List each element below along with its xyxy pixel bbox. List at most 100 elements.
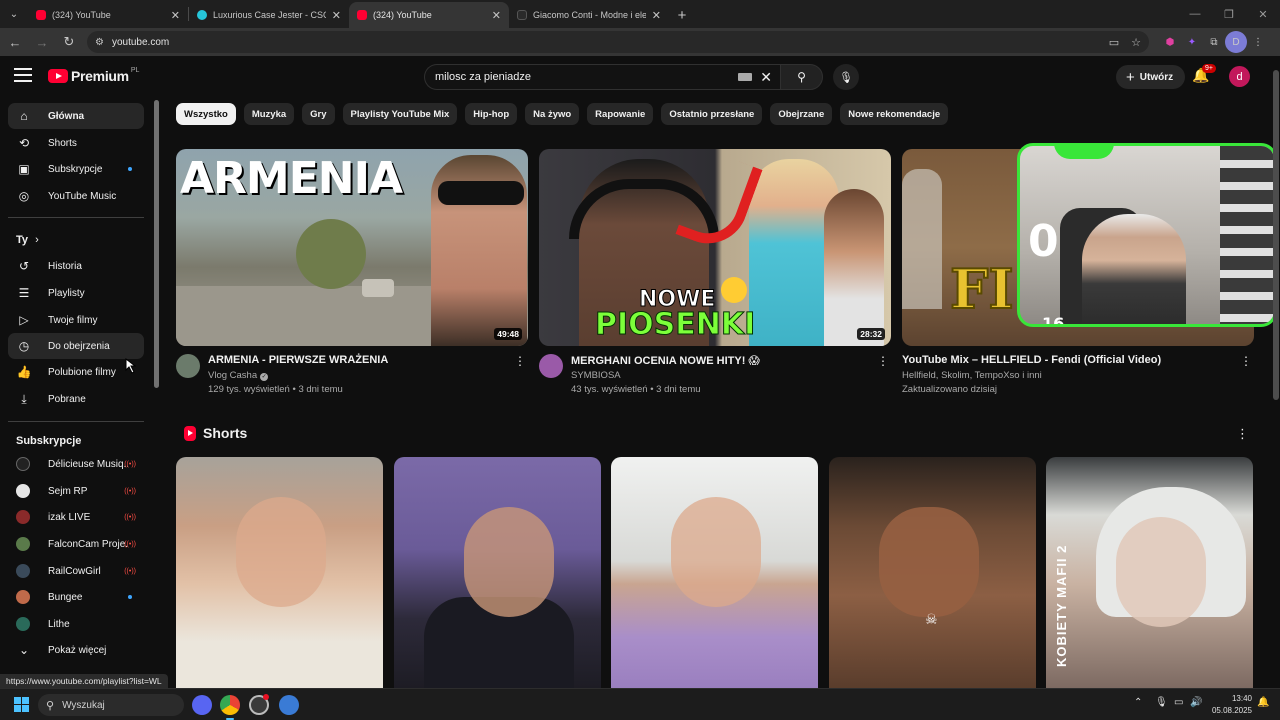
profile-button[interactable]: D <box>1225 31 1247 53</box>
notification-center-icon[interactable]: 🔔 <box>1257 697 1269 708</box>
sidebar-show-more[interactable]: ⌄ Pokaż więcej <box>8 637 144 663</box>
extensions-puzzle-icon[interactable]: ⧉ <box>1203 31 1225 53</box>
discord-icon[interactable] <box>192 695 212 715</box>
close-window-icon[interactable]: ✕ <box>1246 0 1280 28</box>
voice-search-button[interactable]: 🎙 <box>833 64 859 90</box>
sidebar-subscription-item[interactable]: RailCowGirl ((•)) <box>8 558 144 584</box>
channel-avatar[interactable] <box>539 354 563 378</box>
sidebar-item-shorts[interactable]: ⟲ Shorts <box>8 130 144 156</box>
page-scrollbar[interactable] <box>1272 56 1280 688</box>
sidebar-scrollbar[interactable] <box>154 100 159 388</box>
sidebar-item-your-videos[interactable]: ▷ Twoje filmy <box>8 307 144 333</box>
video-title[interactable]: YouTube Mix – HELLFIELD - Fendi (Officia… <box>902 354 1202 366</box>
more-actions-icon[interactable]: ⋮ <box>877 354 889 368</box>
more-actions-icon[interactable]: ⋮ <box>1240 354 1252 368</box>
short-thumbnail[interactable] <box>394 457 601 688</box>
close-tab-icon[interactable]: ✕ <box>171 9 180 22</box>
chip-mix-playlists[interactable]: Playlisty YouTube Mix <box>342 103 458 125</box>
short-thumbnail[interactable]: ☠ <box>829 457 1036 688</box>
browser-tab-3-active[interactable]: (324) YouTube ✕ <box>349 2 509 28</box>
address-bar[interactable]: ⚙ youtube.com ▭ ☆ <box>87 31 1149 53</box>
close-tab-icon[interactable]: ✕ <box>332 9 341 22</box>
short-thumbnail[interactable] <box>176 457 383 688</box>
short-thumbnail[interactable] <box>611 457 818 688</box>
taskbar-search[interactable]: ⚲ Wyszukaj <box>38 694 184 716</box>
app-globe-icon[interactable] <box>279 695 299 715</box>
search-button[interactable]: ⚲ <box>780 64 823 90</box>
browser-tab-1[interactable]: (324) YouTube ✕ <box>28 2 188 28</box>
chip-live[interactable]: Na żywo <box>525 103 580 125</box>
tab-search-button[interactable]: ⌄ <box>0 0 28 28</box>
sidebar-item-home[interactable]: ⌂ Główna <box>8 103 144 129</box>
restore-icon[interactable]: ❐ <box>1212 0 1246 28</box>
reload-button[interactable]: ↻ <box>57 30 81 54</box>
bookmark-star-icon[interactable]: ☆ <box>1131 36 1141 49</box>
sidebar-item-subscriptions[interactable]: ▣ Subskrypcje <box>8 156 144 182</box>
tray-overflow-icon[interactable]: ⌃ <box>1134 697 1142 708</box>
sidebar-item-youtube-music[interactable]: ◎ YouTube Music <box>8 183 144 209</box>
channel-name[interactable]: Vlog Casha <box>208 370 257 381</box>
account-avatar[interactable]: d <box>1229 66 1250 87</box>
sidebar-subscription-item[interactable]: Bungee <box>8 584 144 610</box>
purple-extension-icon[interactable]: ✦ <box>1181 31 1203 53</box>
video-thumbnail[interactable]: NOWE PIOSENKI 28:32 <box>539 149 891 346</box>
sidebar-subscription-item[interactable]: FalconCam Proje... ((•)) <box>8 531 144 557</box>
microphone-tray-icon[interactable]: 🎙 <box>1155 697 1168 708</box>
video-title[interactable]: ARMENIA - PIERWSZE WRAŻENIA <box>208 354 508 366</box>
sidebar-subscription-item[interactable]: Délicieuse Musiq... ((•)) <box>8 451 144 477</box>
browser-tab-2[interactable]: Luxurious Case Jester - CSGO-S ✕ <box>189 2 349 28</box>
network-icon[interactable]: ▭ <box>1174 697 1183 708</box>
video-thumbnail[interactable]: ARMENIA 49:48 <box>176 149 528 346</box>
chip-recently-uploaded[interactable]: Ostatnio przesłane <box>661 103 763 125</box>
back-button[interactable]: ← <box>3 30 27 54</box>
site-info-icon[interactable]: ⚙ <box>95 37 104 48</box>
search-input[interactable]: milosc za pieniadze ✕ <box>424 64 780 90</box>
channel-name[interactable]: SYMBIOSA <box>571 370 621 381</box>
page-scrollbar-thumb[interactable] <box>1273 70 1279 400</box>
short-thumbnail[interactable]: KOBIETY MAFII 2 <box>1046 457 1253 688</box>
chrome-icon[interactable] <box>220 695 240 720</box>
more-actions-icon[interactable]: ⋮ <box>514 354 526 368</box>
browser-toolbar: ← → ↻ ⚙ youtube.com ▭ ☆ ⬢ ✦ ⧉ D ⋮ <box>0 28 1280 56</box>
video-card[interactable]: NOWE PIOSENKI 28:32 MERGHANI OCENIA NOWE… <box>539 149 891 404</box>
browser-menu-icon[interactable]: ⋮ <box>1247 31 1269 53</box>
sidebar-subscription-item[interactable]: Lithe <box>8 611 144 637</box>
close-tab-icon[interactable]: ✕ <box>492 9 501 22</box>
sidebar-item-history[interactable]: ↺ Historia <box>8 253 144 279</box>
sidebar-subscription-item[interactable]: izak LIVE ((•)) <box>8 504 144 530</box>
clear-search-icon[interactable]: ✕ <box>760 69 772 86</box>
sidebar-subscriptions-heading: Subskrypcje <box>16 435 82 447</box>
volume-icon[interactable]: 🔊 <box>1190 697 1202 708</box>
guide-menu-icon[interactable] <box>14 68 32 82</box>
new-tab-button[interactable]: + <box>669 2 695 28</box>
keyboard-icon[interactable] <box>738 73 753 81</box>
sidebar-item-downloads[interactable]: ⤓ Pobrane <box>8 386 144 412</box>
sidebar-subscription-item[interactable]: Sejm RP ((•)) <box>8 478 144 504</box>
taskbar-clock[interactable]: 13:40 05.08.2025 <box>1208 693 1252 717</box>
shield-extension-icon[interactable]: ⬢ <box>1159 31 1181 53</box>
channel-avatar[interactable] <box>176 354 200 378</box>
chip-all[interactable]: Wszystko <box>176 103 236 125</box>
video-card[interactable]: ARMENIA 49:48 ARMENIA - PIERWSZE WRAŻENI… <box>176 149 528 404</box>
sidebar-item-watch-later[interactable]: ◷ Do obejrzenia <box>8 333 144 359</box>
chip-music[interactable]: Muzyka <box>243 103 295 125</box>
channel-label: izak LIVE <box>48 511 91 523</box>
sidebar-you-heading[interactable]: Ty › <box>16 234 39 246</box>
forward-button[interactable]: → <box>30 30 54 54</box>
chip-watched[interactable]: Obejrzane <box>770 103 833 125</box>
install-app-icon[interactable]: ▭ <box>1109 36 1119 49</box>
chip-hip-hop[interactable]: Hip-hop <box>465 103 518 125</box>
windows-start-icon[interactable] <box>14 697 29 712</box>
youtube-logo[interactable]: Premium PL <box>48 67 139 84</box>
shorts-more-icon[interactable]: ⋮ <box>1236 426 1249 442</box>
video-title[interactable]: MERGHANI OCENIA NOWE HITY! 😱 <box>571 354 871 367</box>
browser-tab-4[interactable]: Giacomo Conti - Modne i elegan ✕ <box>509 2 669 28</box>
chip-new-recommendations[interactable]: Nowe rekomendacje <box>840 103 949 125</box>
sidebar-item-playlists[interactable]: ☰ Playlisty <box>8 280 144 306</box>
minimize-icon[interactable]: — <box>1178 0 1212 28</box>
chip-rap[interactable]: Rapowanie <box>587 103 654 125</box>
create-button[interactable]: + Utwórz <box>1116 65 1186 89</box>
close-tab-icon[interactable]: ✕ <box>652 9 661 22</box>
channel-label: Délicieuse Musiq... <box>48 458 128 470</box>
chip-games[interactable]: Gry <box>302 103 335 125</box>
